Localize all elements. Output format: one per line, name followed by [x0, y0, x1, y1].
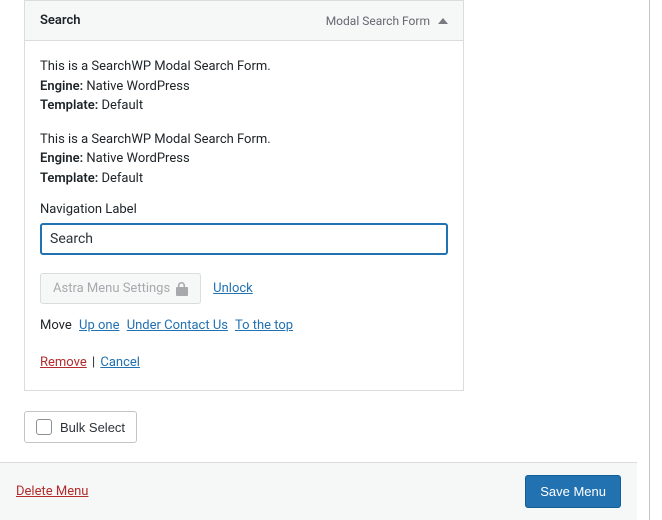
move-up-one[interactable]: Up one: [79, 318, 119, 333]
astra-button-label: Astra Menu Settings: [53, 281, 170, 296]
menu-item-panel: Search Modal Search Form This is a Searc…: [24, 0, 464, 391]
footer-bar: Delete Menu Save Menu: [0, 462, 637, 520]
action-separator: |: [89, 355, 99, 370]
bulk-select-wrap: Bulk Select: [24, 411, 625, 443]
panel-type-text: Modal Search Form: [326, 14, 430, 28]
bulk-select-checkbox[interactable]: [36, 419, 52, 435]
remove-link[interactable]: Remove: [40, 355, 87, 370]
engine-label: Engine:: [40, 151, 83, 166]
save-menu-button[interactable]: Save Menu: [525, 475, 621, 508]
navigation-label-input[interactable]: [40, 223, 448, 255]
move-to-top[interactable]: To the top: [235, 318, 293, 333]
bulk-select-button[interactable]: Bulk Select: [24, 411, 137, 443]
cancel-link[interactable]: Cancel: [100, 355, 140, 370]
template-value: Default: [98, 98, 143, 113]
engine-label: Engine:: [40, 79, 83, 94]
info-block: This is a SearchWP Modal Search Form. En…: [40, 130, 448, 189]
template-value: Default: [98, 171, 143, 186]
info-block: This is a SearchWP Modal Search Form. En…: [40, 57, 448, 116]
panel-type-label: Modal Search Form: [326, 14, 448, 28]
panel-header[interactable]: Search Modal Search Form: [25, 1, 463, 41]
item-actions-row: Remove | Cancel: [40, 355, 448, 370]
astra-settings-row: Astra Menu Settings Unlock: [40, 273, 448, 304]
info-intro: This is a SearchWP Modal Search Form.: [40, 130, 448, 150]
engine-value: Native WordPress: [83, 151, 189, 166]
collapse-icon[interactable]: [438, 18, 448, 24]
template-label: Template:: [40, 98, 98, 113]
lock-icon: [176, 282, 188, 296]
panel-title: Search: [40, 13, 81, 28]
move-label: Move: [40, 318, 72, 333]
unlock-link[interactable]: Unlock: [213, 281, 253, 296]
engine-value: Native WordPress: [83, 79, 189, 94]
move-row: Move Up one Under Contact Us To the top: [40, 318, 448, 333]
navigation-label-caption: Navigation Label: [40, 202, 448, 217]
template-label: Template:: [40, 171, 98, 186]
delete-menu-link[interactable]: Delete Menu: [16, 484, 88, 499]
astra-menu-settings-button: Astra Menu Settings: [40, 273, 201, 304]
info-intro: This is a SearchWP Modal Search Form.: [40, 57, 448, 77]
move-under[interactable]: Under Contact Us: [127, 318, 228, 333]
panel-body: This is a SearchWP Modal Search Form. En…: [25, 41, 463, 390]
bulk-select-label: Bulk Select: [60, 420, 125, 435]
